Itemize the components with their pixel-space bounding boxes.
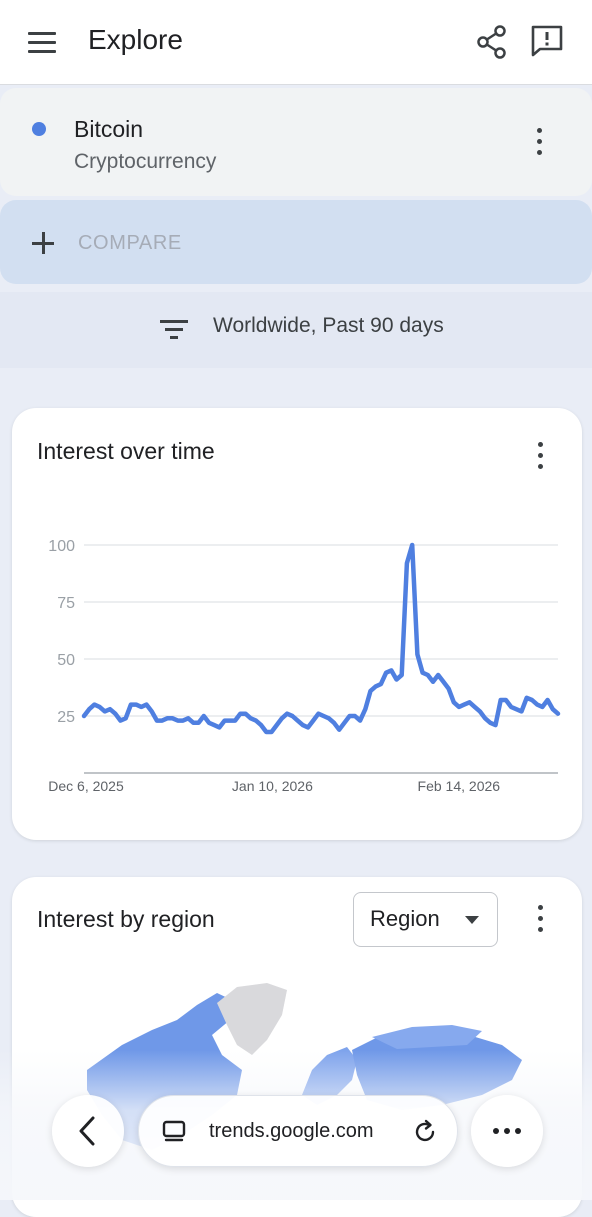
- more-menu-button[interactable]: [471, 1095, 543, 1167]
- chevron-left-icon: [79, 1116, 95, 1146]
- reload-icon[interactable]: [411, 1118, 439, 1146]
- url-text[interactable]: trends.google.com: [209, 1120, 374, 1143]
- address-bar[interactable]: trends.google.com: [138, 1095, 458, 1167]
- region-more-options-icon[interactable]: [525, 899, 555, 939]
- y-tick-label: 25: [57, 709, 75, 726]
- series-line: [81, 542, 561, 735]
- y-tick-label: 100: [48, 538, 75, 555]
- tab-switcher-icon[interactable]: [161, 1118, 189, 1146]
- region-dropdown[interactable]: Region: [353, 892, 498, 947]
- y-tick-label: 50: [57, 652, 75, 669]
- interest-over-time-chart: 25 50 75 100 Dec 6, 2025 Jan 10, 2026 Feb 14, …: [48, 538, 561, 794]
- more-horizontal-icon: [493, 1128, 521, 1134]
- back-button[interactable]: [52, 1095, 124, 1167]
- caret-down-icon: [465, 916, 479, 924]
- x-tick-label: Dec 6, 2025: [48, 778, 124, 794]
- x-tick-label: Feb 14, 2026: [418, 778, 501, 794]
- x-tick-label: Jan 10, 2026: [232, 778, 313, 794]
- interest-by-region-title: Interest by region: [37, 906, 215, 932]
- y-tick-label: 75: [57, 595, 75, 612]
- region-dropdown-value: Region: [370, 906, 440, 931]
